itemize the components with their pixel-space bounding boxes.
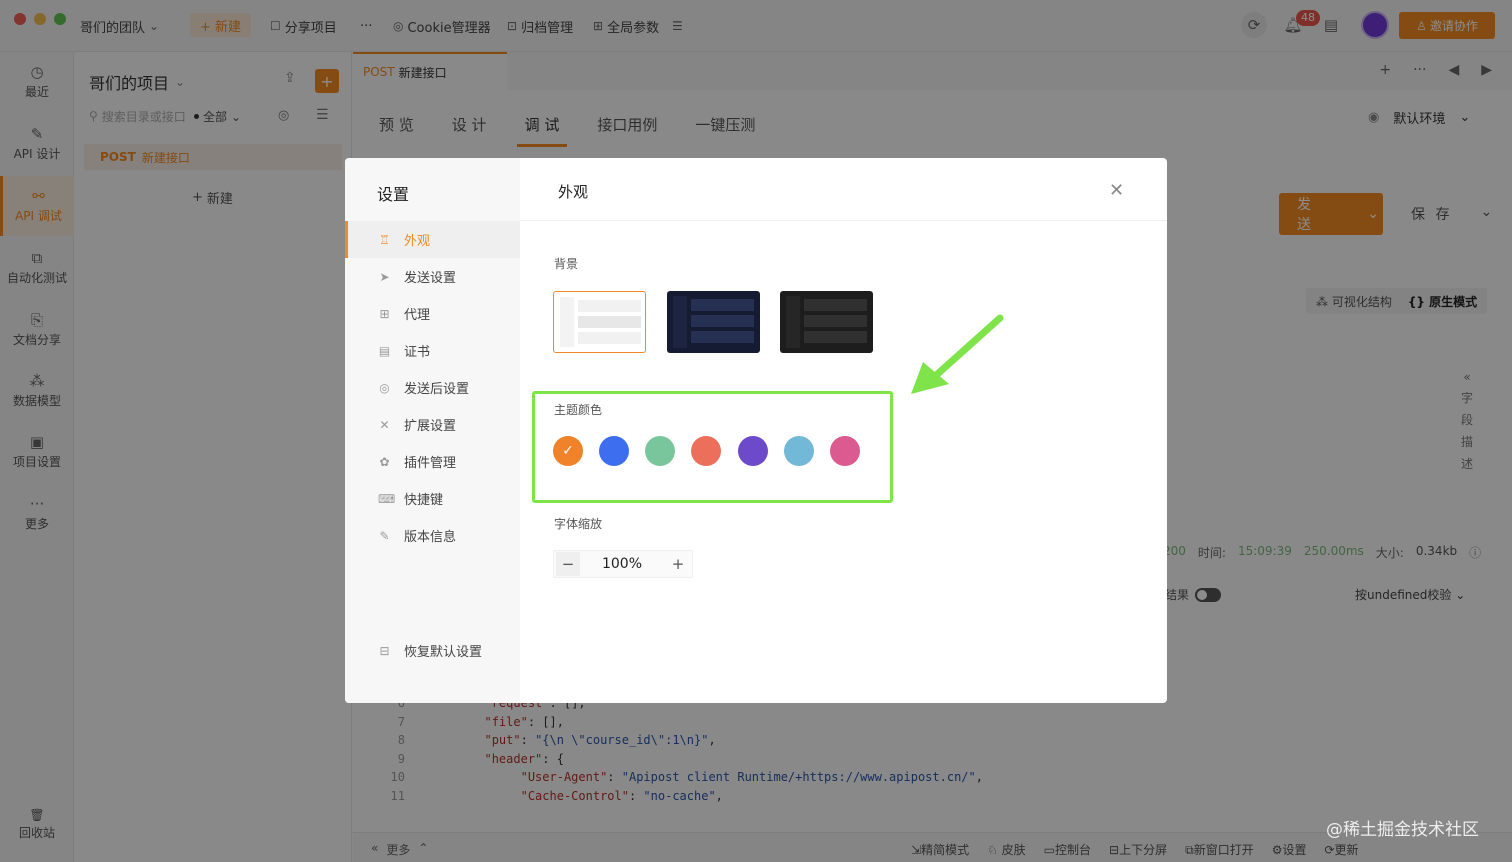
expand-icon: ✕ xyxy=(379,417,390,432)
background-option-light[interactable] xyxy=(553,291,646,353)
preview-row xyxy=(804,315,867,327)
decrease-button[interactable]: − xyxy=(556,552,580,576)
settings-item-label: 发送后设置 xyxy=(404,382,470,397)
settings-item-send[interactable]: ➤ 发送设置 xyxy=(345,258,520,295)
theme-color-coral[interactable] xyxy=(691,436,721,466)
settings-header: 外观 xyxy=(520,158,1167,221)
preview-row xyxy=(691,299,754,311)
settings-item-label: 扩展设置 xyxy=(404,419,457,434)
theme-color-orange[interactable]: ✓ xyxy=(553,436,583,466)
preview-sidebar xyxy=(786,296,800,348)
settings-sidebar: 设置 ♖ 外观 ➤ 发送设置 ⊞ 代理 ▤ 证书 ◎ 发送后设置 ✕ 扩展设置 … xyxy=(345,158,520,703)
after-send-icon: ◎ xyxy=(379,380,390,395)
preview-row xyxy=(578,332,641,344)
settings-item-label: 版本信息 xyxy=(404,530,457,545)
proxy-icon: ⊞ xyxy=(379,306,390,321)
settings-item-label: 快捷键 xyxy=(404,493,444,508)
reset-icon: ⊟ xyxy=(379,643,390,658)
reset-defaults-label: 恢复默认设置 xyxy=(404,645,483,660)
preview-row xyxy=(578,316,641,328)
preview-sidebar xyxy=(673,296,687,348)
preview-row xyxy=(578,300,641,312)
settings-item-label: 代理 xyxy=(404,308,431,323)
background-label: 背景 xyxy=(554,257,579,271)
preview-row xyxy=(691,315,754,327)
settings-item-label: 发送设置 xyxy=(404,271,457,286)
theme-color-blue[interactable] xyxy=(599,436,629,466)
watermark: @稀土掘金技术社区 xyxy=(1326,820,1479,840)
keyboard-icon: ⌨ xyxy=(378,491,396,506)
preview-sidebar xyxy=(560,297,574,347)
theme-color-sky[interactable] xyxy=(784,436,814,466)
settings-item-label: 插件管理 xyxy=(404,456,457,471)
close-icon[interactable]: ✕ xyxy=(1109,180,1124,201)
theme-color-pink[interactable] xyxy=(830,436,860,466)
preview-row xyxy=(691,331,754,343)
version-icon: ✎ xyxy=(379,528,390,543)
settings-item-appearance[interactable]: ♖ 外观 xyxy=(345,221,520,258)
settings-item-version[interactable]: ✎ 版本信息 xyxy=(345,517,520,554)
settings-modal: 设置 ♖ 外观 ➤ 发送设置 ⊞ 代理 ▤ 证书 ◎ 发送后设置 ✕ 扩展设置 … xyxy=(345,158,1167,703)
settings-item-certificate[interactable]: ▤ 证书 xyxy=(345,332,520,369)
annotation-arrow-icon xyxy=(911,314,1004,394)
preview-row xyxy=(804,299,867,311)
settings-item-extension[interactable]: ✕ 扩展设置 xyxy=(345,406,520,443)
increase-button[interactable]: + xyxy=(666,552,690,576)
settings-item-proxy[interactable]: ⊞ 代理 xyxy=(345,295,520,332)
theme-color-green[interactable] xyxy=(645,436,675,466)
background-option-dark[interactable] xyxy=(780,291,873,353)
settings-item-shortcuts[interactable]: ⌨ 快捷键 xyxy=(345,480,520,517)
settings-item-label: 外观 xyxy=(404,234,431,249)
certificate-icon: ▤ xyxy=(378,343,391,358)
reset-defaults-button[interactable]: ⊟ 恢复默认设置 xyxy=(345,632,520,669)
check-icon: ✓ xyxy=(562,443,574,459)
section-title: 外观 xyxy=(558,183,589,201)
shirt-icon: ♖ xyxy=(379,232,390,247)
plugin-icon: ✿ xyxy=(379,454,390,469)
settings-item-label: 证书 xyxy=(404,345,431,360)
settings-title: 设置 xyxy=(377,185,410,204)
preview-row xyxy=(804,331,867,343)
send-icon: ➤ xyxy=(379,269,390,284)
theme-color-label: 主题颜色 xyxy=(554,403,603,417)
settings-item-plugins[interactable]: ✿ 插件管理 xyxy=(345,443,520,480)
background-option-navy[interactable] xyxy=(667,291,760,353)
theme-color-purple[interactable] xyxy=(738,436,768,466)
font-scale-label: 字体缩放 xyxy=(554,517,603,531)
settings-item-after-send[interactable]: ◎ 发送后设置 xyxy=(345,369,520,406)
font-scale-stepper: − 100% + xyxy=(553,550,693,578)
font-scale-value[interactable]: 100% xyxy=(598,556,646,572)
